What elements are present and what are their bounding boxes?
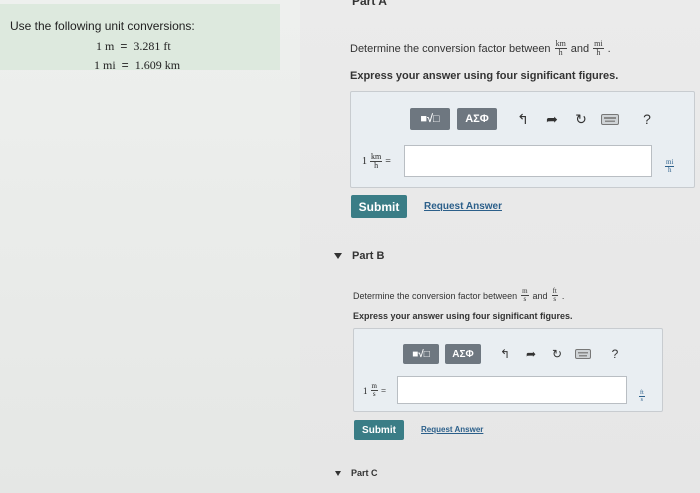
reset-icon[interactable]: ↻ bbox=[547, 344, 567, 364]
collapse-triangle-icon bbox=[335, 470, 341, 476]
fraction-mi-per-h: mi h bbox=[593, 40, 604, 57]
part-a-instruction: Express your answer using four significa… bbox=[350, 70, 619, 82]
part-a-unit: mi h bbox=[665, 151, 675, 174]
fraction-denominator: s bbox=[523, 295, 527, 303]
reset-icon[interactable]: ↻ bbox=[570, 108, 592, 130]
part-b-prompt: Determine the conversion factor between … bbox=[353, 288, 564, 303]
redo-icon[interactable]: ➦ bbox=[541, 108, 563, 130]
lhs-coefficient: 1 bbox=[363, 385, 368, 396]
fraction-numerator: ft bbox=[639, 390, 645, 397]
fraction-ft-per-s: ft s bbox=[551, 288, 558, 303]
keyboard-icon[interactable] bbox=[599, 108, 621, 130]
part-b-unit: ft s bbox=[639, 381, 645, 403]
help-icon[interactable]: ? bbox=[605, 344, 625, 364]
fraction-denominator: h bbox=[667, 166, 672, 174]
part-b-toolbar: ■√□ ΑΣΦ ↰ ➦ ↻ ? bbox=[403, 344, 625, 364]
fraction-denominator: s bbox=[553, 295, 557, 303]
part-c-title: Part C bbox=[351, 468, 378, 478]
help-icon[interactable]: ? bbox=[636, 108, 658, 130]
fraction-denominator: s bbox=[640, 397, 643, 403]
fraction-m-per-s: m s bbox=[521, 288, 529, 303]
conversion-eq: = bbox=[120, 39, 128, 53]
conversion-right: 1.609 km bbox=[134, 58, 181, 72]
part-a-title: Part A bbox=[352, 0, 387, 8]
lhs-equals: = bbox=[380, 385, 387, 396]
conversion-right: 3.281 ft bbox=[133, 39, 171, 53]
part-a-prompt: Determine the conversion factor between … bbox=[350, 40, 611, 57]
prompt-period: . bbox=[607, 42, 611, 55]
collapse-triangle-icon bbox=[334, 253, 342, 259]
lhs-fraction: km h bbox=[370, 153, 383, 170]
lhs-fraction: m s bbox=[370, 383, 378, 398]
conversion-row-mi-km: 1 mi = 1.609 km bbox=[94, 58, 180, 73]
part-b-answer-input[interactable] bbox=[397, 376, 627, 404]
unit-fraction: ft s bbox=[639, 390, 645, 403]
lhs-equals: = bbox=[385, 156, 391, 167]
fraction-denominator: h bbox=[596, 48, 601, 57]
templates-button[interactable]: ■√□ bbox=[403, 344, 439, 364]
part-a-lhs: 1 km h = bbox=[362, 153, 391, 170]
conversion-left: 1 mi bbox=[94, 58, 116, 72]
part-a-toolbar: ■√□ ΑΣΦ ↰ ➦ ↻ ? bbox=[410, 108, 658, 130]
fraction-denominator: s bbox=[372, 390, 376, 398]
prompt-text: Determine the conversion factor between bbox=[353, 290, 518, 301]
conversions-title: Use the following unit conversions: bbox=[10, 19, 195, 33]
conversion-eq: = bbox=[121, 58, 129, 72]
part-b-lhs: 1 m s = bbox=[363, 383, 386, 398]
part-b-submit-button[interactable]: Submit bbox=[354, 420, 404, 440]
part-a-submit-button[interactable]: Submit bbox=[351, 195, 407, 218]
part-b-instruction: Express your answer using four significa… bbox=[353, 311, 573, 321]
conversion-left: 1 m bbox=[96, 39, 115, 53]
undo-icon[interactable]: ↰ bbox=[495, 344, 515, 364]
prompt-and: and bbox=[532, 290, 548, 301]
templates-button[interactable]: ■√□ bbox=[410, 108, 450, 130]
prompt-text: Determine the conversion factor between bbox=[350, 42, 551, 55]
left-panel: Use the following unit conversions: 1 m … bbox=[0, 0, 300, 493]
fraction-km-per-h: km h bbox=[554, 40, 567, 57]
part-b-request-answer-link[interactable]: Request Answer bbox=[421, 425, 483, 434]
symbols-button[interactable]: ΑΣΦ bbox=[457, 108, 497, 130]
redo-icon[interactable]: ➦ bbox=[521, 344, 541, 364]
unit-conversions-box: Use the following unit conversions: 1 m … bbox=[0, 4, 280, 73]
part-b-title: Part B bbox=[352, 250, 385, 262]
unit-fraction: mi h bbox=[665, 159, 675, 174]
conversion-row-m-ft: 1 m = 3.281 ft bbox=[96, 39, 171, 54]
lhs-coefficient: 1 bbox=[362, 156, 367, 167]
fraction-denominator: h bbox=[374, 161, 379, 170]
undo-icon[interactable]: ↰ bbox=[512, 108, 534, 130]
fraction-denominator: h bbox=[558, 48, 563, 57]
symbols-button[interactable]: ΑΣΦ bbox=[445, 344, 481, 364]
part-c-header[interactable]: Part C bbox=[335, 468, 378, 478]
part-a-answer-input[interactable] bbox=[404, 145, 652, 177]
part-a-request-answer-link[interactable]: Request Answer bbox=[424, 201, 502, 212]
part-b-header[interactable]: Part B bbox=[334, 250, 384, 262]
keyboard-icon[interactable] bbox=[573, 344, 593, 364]
prompt-and: and bbox=[570, 42, 590, 55]
prompt-period: . bbox=[561, 290, 565, 301]
